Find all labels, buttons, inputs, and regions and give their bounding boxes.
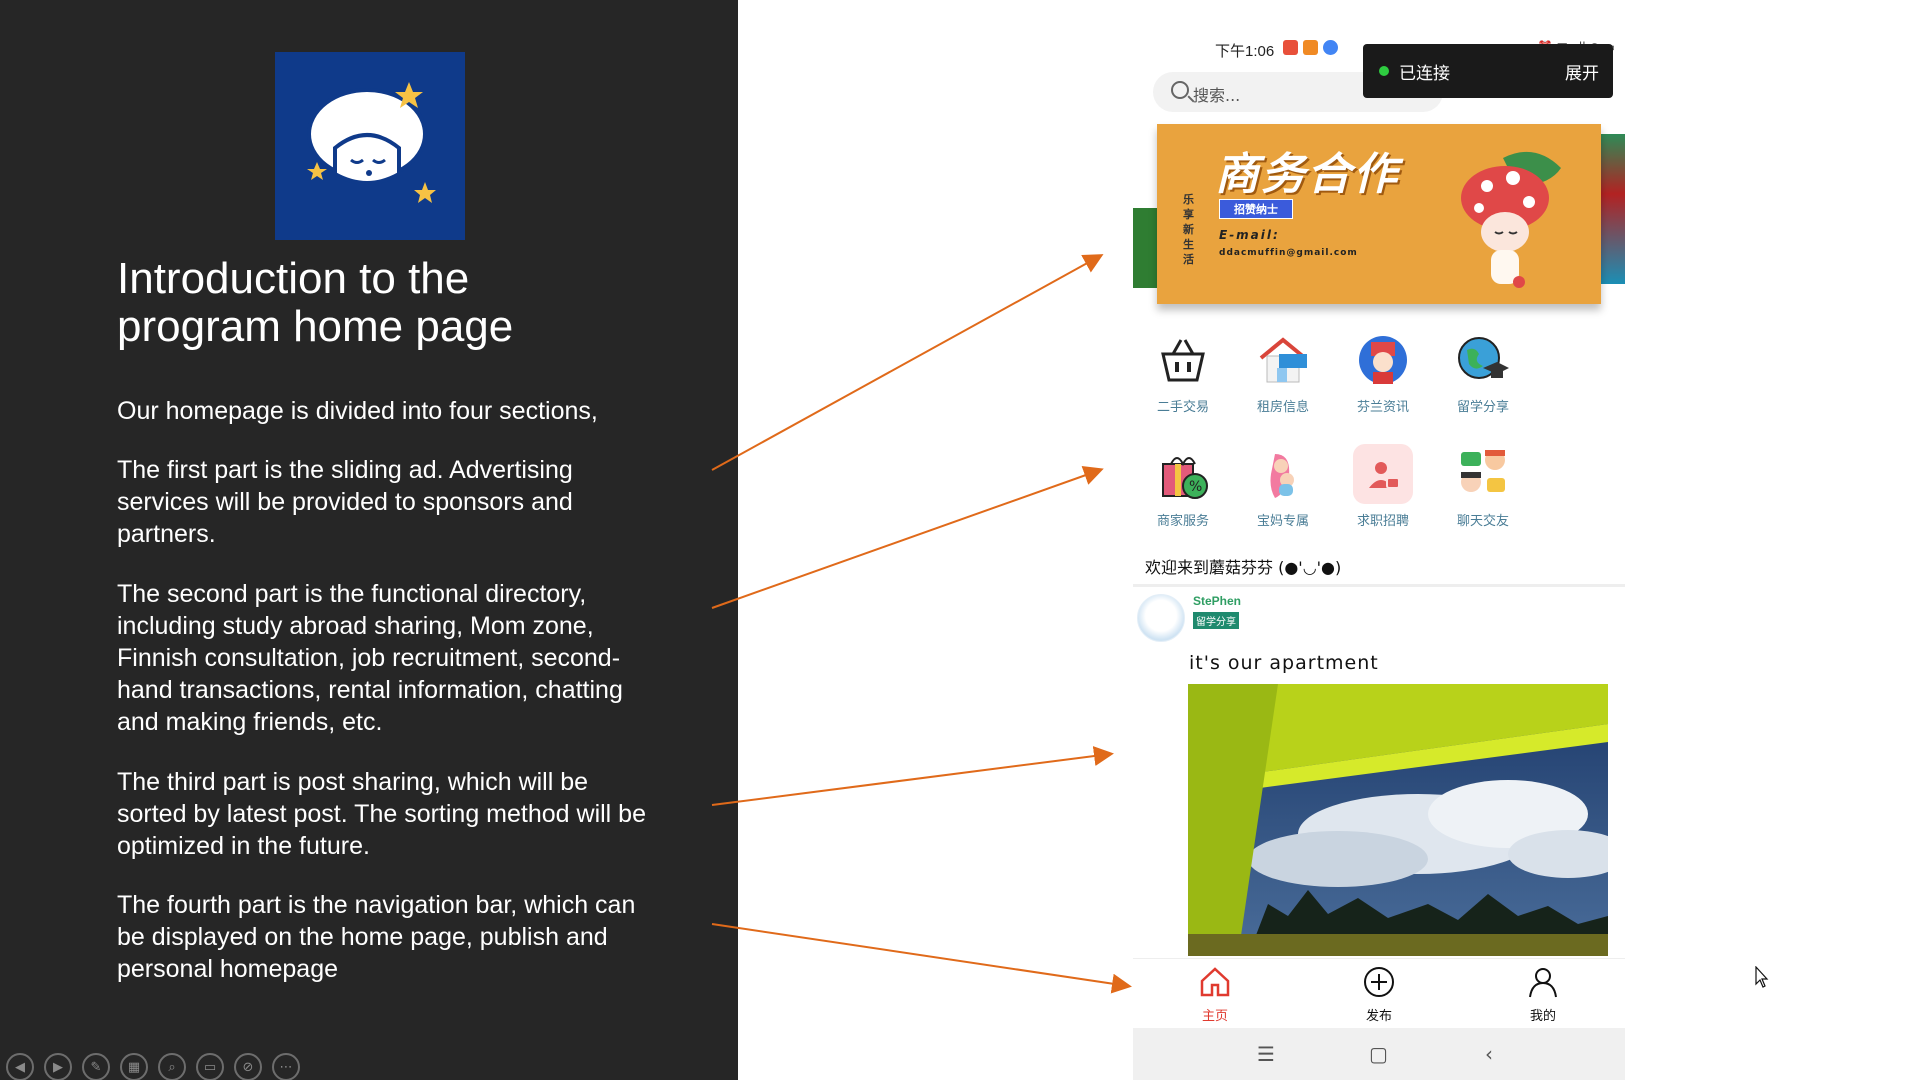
carousel-next-slide [1599, 134, 1625, 284]
func-label: 宝妈专属 [1256, 514, 1309, 529]
more-icon[interactable]: ⋯ [272, 1053, 300, 1080]
func-label: 求职招聘 [1356, 514, 1409, 529]
tab-profile-label: 我的 [1529, 1009, 1556, 1024]
shop-notification-icon [1303, 40, 1318, 55]
mushroom-logo [275, 52, 465, 240]
publish-plus-icon [1364, 967, 1394, 997]
slide-title-line2: program home page [117, 302, 514, 351]
func-study-abroad[interactable]: 留学分享 [1433, 330, 1533, 430]
welcome-text: 欢迎来到蘑菇芬芬 (●'◡'●) [1145, 558, 1342, 577]
connected-dot-icon [1379, 66, 1389, 76]
ad-carousel[interactable]: 乐享新生活 商务合作 招赞纳士 E-mail: ddacmuffin@gmail… [1133, 124, 1625, 324]
mushroom-character-icon [1461, 151, 1561, 288]
slide-title-line1: Introduction to the [117, 254, 470, 303]
slide-title: Introduction to the program home page [117, 255, 677, 351]
banner-subtitle: 招赞纳士 [1219, 199, 1293, 219]
basket-icon [1153, 330, 1213, 390]
post-image[interactable] [1188, 684, 1608, 956]
home-icon [1200, 967, 1230, 997]
presentation-controls: ◀ ▶ ✎ ▦ ⌕ ▭ ⊘ ⋯ [6, 1053, 300, 1080]
bottom-navigation: 主页 发布 我的 [1133, 958, 1625, 1026]
banner-vertical-text: 乐享新生活 [1183, 193, 1194, 266]
tab-profile[interactable]: 我的 [1503, 965, 1583, 1024]
mouse-cursor-icon [1755, 966, 1769, 988]
func-rental[interactable]: 租房信息 [1233, 330, 1333, 430]
chrome-icon [1323, 40, 1338, 55]
system-navigation: ☰ ▢ ‹ [1133, 1028, 1625, 1080]
next-icon[interactable]: ▶ [44, 1053, 72, 1080]
avatar[interactable] [1137, 594, 1185, 642]
stage: Introduction to the program home page Ou… [0, 0, 1920, 1080]
pen-icon[interactable]: ✎ [82, 1053, 110, 1080]
app-notification-icon [1283, 40, 1298, 55]
banner-title: 商务合作 [1215, 149, 1399, 200]
toast-label: 已连接 [1399, 64, 1450, 84]
banner-email-label: E-mail: [1219, 228, 1280, 242]
section-divider [1133, 584, 1625, 587]
svg-text:%: % [1189, 479, 1202, 495]
prev-icon[interactable]: ◀ [6, 1053, 34, 1080]
func-second-hand[interactable]: 二手交易 [1133, 330, 1233, 430]
status-time: 下午1:06 [1215, 43, 1275, 60]
phone-screen: 下午1:06 ⏰ ▦ .ıll ◠ ▭ 搜索... 已连接 展开 乐享新生活 商… [1133, 32, 1625, 1080]
chat-friends-icon [1453, 444, 1513, 504]
post-category-tag[interactable]: 留学分享 [1193, 612, 1239, 629]
slide-paragraph-part4: The fourth part is the navigation bar, w… [117, 891, 636, 983]
rent-house-icon [1253, 330, 1313, 390]
connection-toast: 已连接 展开 [1363, 44, 1613, 98]
gift-discount-icon: % [1153, 444, 1213, 504]
camera-off-icon[interactable]: ⊘ [234, 1053, 262, 1080]
globe-graduation-icon [1453, 330, 1513, 390]
tab-home-label: 主页 [1201, 1009, 1228, 1024]
func-label: 聊天交友 [1456, 514, 1509, 529]
zoom-icon[interactable]: ⌕ [158, 1053, 186, 1080]
slide-paragraph-intro: Our homepage is divided into four sectio… [117, 397, 598, 425]
arrow-to-tabbar [711, 923, 1132, 994]
slide-panel: Introduction to the program home page Ou… [0, 0, 738, 1080]
toast-expand-button[interactable]: 展开 [1565, 59, 1599, 84]
tab-home[interactable]: 主页 [1175, 965, 1255, 1024]
post-username[interactable]: StePhen [1193, 594, 1241, 608]
job-seeker-icon [1353, 444, 1413, 504]
slides-icon[interactable]: ▦ [120, 1053, 148, 1080]
arrow-to-post [711, 746, 1114, 806]
arrow-to-functions [711, 465, 1104, 609]
search-input[interactable]: 搜索... [1193, 82, 1240, 106]
search-icon [1171, 81, 1189, 99]
slide-paragraph-part2: The second part is the functional direct… [117, 580, 623, 736]
slide-paragraph-part1: The first part is the sliding ad. Advert… [117, 456, 573, 548]
func-label: 芬兰资讯 [1356, 400, 1409, 415]
ad-banner[interactable]: 乐享新生活 商务合作 招赞纳士 E-mail: ddacmuffin@gmail… [1157, 124, 1601, 304]
profile-icon [1529, 968, 1557, 998]
post-text: it's our apartment [1189, 652, 1379, 674]
home-square-icon[interactable]: ▢ [1369, 1042, 1388, 1066]
func-label: 租房信息 [1256, 400, 1309, 415]
func-mom[interactable]: 宝妈专属 [1233, 444, 1333, 544]
func-jobs[interactable]: 求职招聘 [1333, 444, 1433, 544]
func-chat[interactable]: 聊天交友 [1433, 444, 1533, 544]
finland-guard-icon [1353, 330, 1413, 390]
arrow-to-banner [711, 254, 1104, 471]
menu-icon[interactable]: ☰ [1257, 1042, 1275, 1066]
subtitle-icon[interactable]: ▭ [196, 1053, 224, 1080]
slide-paragraph-part3: The third part is post sharing, which wi… [117, 768, 646, 860]
tab-publish-label: 发布 [1365, 1009, 1392, 1024]
mom-baby-icon [1253, 444, 1313, 504]
func-label: 商家服务 [1156, 514, 1209, 529]
func-merchant[interactable]: % 商家服务 [1133, 444, 1233, 544]
banner-email: ddacmuffin@gmail.com [1219, 248, 1358, 258]
back-icon[interactable]: ‹ [1485, 1042, 1493, 1066]
function-directory: 二手交易 租房信息 芬兰资讯 留学分享 % 商家服务 宝妈专属 求职招聘 聊天交… [1133, 330, 1625, 560]
func-label: 二手交易 [1156, 400, 1209, 415]
func-finland-news[interactable]: 芬兰资讯 [1333, 330, 1433, 430]
tab-publish[interactable]: 发布 [1339, 965, 1419, 1024]
func-label: 留学分享 [1456, 400, 1509, 415]
